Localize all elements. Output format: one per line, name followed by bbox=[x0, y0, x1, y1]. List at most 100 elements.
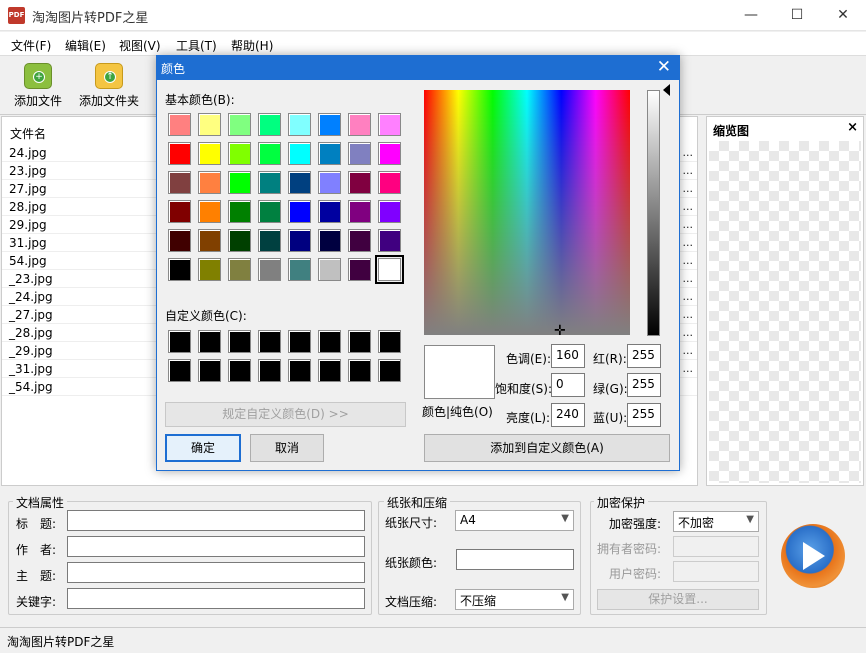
basic-color-swatch[interactable] bbox=[168, 200, 191, 223]
basic-color-swatch[interactable] bbox=[288, 229, 311, 252]
custom-color-swatch[interactable] bbox=[228, 330, 251, 353]
row-more-icon[interactable]: ... bbox=[683, 198, 694, 216]
paper-color-swatch[interactable] bbox=[456, 549, 574, 570]
doc-subject-input[interactable] bbox=[67, 562, 365, 583]
custom-color-swatch[interactable] bbox=[378, 359, 401, 382]
custom-color-swatch[interactable] bbox=[348, 359, 371, 382]
row-more-icon[interactable]: ... bbox=[683, 288, 694, 306]
doc-keywords-input[interactable] bbox=[67, 588, 365, 609]
custom-color-swatch[interactable] bbox=[288, 359, 311, 382]
basic-color-swatch[interactable] bbox=[318, 229, 341, 252]
basic-color-swatch[interactable] bbox=[378, 113, 401, 136]
user-password-input[interactable] bbox=[673, 561, 759, 582]
basic-color-swatch[interactable] bbox=[198, 142, 221, 165]
menu-file[interactable]: 文件(F) bbox=[11, 37, 51, 54]
basic-color-swatch[interactable] bbox=[318, 200, 341, 223]
basic-color-swatch[interactable] bbox=[348, 229, 371, 252]
basic-color-swatch[interactable] bbox=[378, 171, 401, 194]
custom-color-swatch[interactable] bbox=[168, 359, 191, 382]
row-more-icon[interactable]: ... bbox=[683, 252, 694, 270]
minimize-button[interactable]: — bbox=[728, 0, 774, 31]
basic-color-swatch[interactable] bbox=[168, 171, 191, 194]
custom-color-swatch[interactable] bbox=[198, 359, 221, 382]
custom-color-swatch[interactable] bbox=[258, 359, 281, 382]
row-more-icon[interactable]: ... bbox=[683, 270, 694, 288]
row-more-icon[interactable]: ... bbox=[683, 306, 694, 324]
basic-color-swatch[interactable] bbox=[228, 258, 251, 281]
basic-color-swatch[interactable] bbox=[348, 142, 371, 165]
basic-color-swatch[interactable] bbox=[228, 113, 251, 136]
custom-color-swatch[interactable] bbox=[348, 330, 371, 353]
basic-color-swatch[interactable] bbox=[258, 229, 281, 252]
cancel-button[interactable]: 取消 bbox=[250, 434, 324, 462]
protection-settings-button[interactable]: 保护设置... bbox=[597, 589, 759, 610]
basic-color-swatch[interactable] bbox=[378, 229, 401, 252]
red-input[interactable]: 255 bbox=[627, 344, 661, 368]
row-more-icon[interactable]: ... bbox=[683, 180, 694, 198]
basic-color-swatch[interactable] bbox=[198, 113, 221, 136]
luminance-slider[interactable] bbox=[647, 90, 660, 336]
basic-color-swatch[interactable] bbox=[258, 171, 281, 194]
custom-color-swatch[interactable] bbox=[198, 330, 221, 353]
luminance-input[interactable]: 240 bbox=[551, 403, 585, 427]
menu-help[interactable]: 帮助(H) bbox=[231, 37, 273, 54]
add-to-custom-colors-button[interactable]: 添加到自定义颜色(A) bbox=[424, 434, 670, 462]
row-more-icon[interactable]: ... bbox=[683, 144, 694, 162]
green-input[interactable]: 255 bbox=[627, 373, 661, 397]
basic-color-swatch[interactable] bbox=[288, 171, 311, 194]
menu-view[interactable]: 视图(V) bbox=[119, 37, 161, 54]
menu-edit[interactable]: 编辑(E) bbox=[65, 37, 106, 54]
basic-color-swatch[interactable] bbox=[348, 200, 371, 223]
basic-color-swatch[interactable] bbox=[168, 113, 191, 136]
basic-color-swatch[interactable] bbox=[198, 258, 221, 281]
define-custom-colors-button[interactable]: 规定自定义颜色(D) >> bbox=[165, 402, 406, 427]
basic-color-swatch[interactable] bbox=[318, 113, 341, 136]
row-more-icon[interactable]: ... bbox=[683, 216, 694, 234]
owner-password-input[interactable] bbox=[673, 536, 759, 557]
basic-color-swatch[interactable] bbox=[288, 200, 311, 223]
custom-color-swatch[interactable] bbox=[258, 330, 281, 353]
basic-color-swatch[interactable] bbox=[318, 171, 341, 194]
basic-color-swatch[interactable] bbox=[348, 171, 371, 194]
basic-color-swatch[interactable] bbox=[318, 142, 341, 165]
custom-color-swatch[interactable] bbox=[378, 330, 401, 353]
basic-color-swatch[interactable] bbox=[348, 258, 371, 281]
basic-color-swatch[interactable] bbox=[168, 258, 191, 281]
custom-color-swatch[interactable] bbox=[288, 330, 311, 353]
compression-select[interactable]: 不压缩 ▼ bbox=[455, 589, 574, 610]
doc-author-input[interactable] bbox=[67, 536, 365, 557]
basic-color-swatch[interactable] bbox=[348, 113, 371, 136]
custom-color-swatch[interactable] bbox=[318, 330, 341, 353]
thumbnail-close-icon[interactable]: × bbox=[847, 120, 858, 135]
paper-size-select[interactable]: A4 ▼ bbox=[455, 510, 574, 531]
basic-color-swatch[interactable] bbox=[258, 200, 281, 223]
basic-color-swatch[interactable] bbox=[168, 142, 191, 165]
doc-title-input[interactable] bbox=[67, 510, 365, 531]
basic-color-swatch[interactable] bbox=[198, 229, 221, 252]
row-more-icon[interactable]: ... bbox=[683, 234, 694, 252]
menu-tools[interactable]: 工具(T) bbox=[176, 37, 217, 54]
basic-color-swatch[interactable] bbox=[288, 142, 311, 165]
close-window-button[interactable]: ✕ bbox=[820, 0, 866, 31]
basic-color-swatch[interactable] bbox=[378, 200, 401, 223]
row-more-icon[interactable]: ... bbox=[683, 324, 694, 342]
add-folder-button[interactable]: ↑ 添加文件夹 bbox=[76, 59, 142, 113]
basic-color-swatch[interactable] bbox=[198, 171, 221, 194]
basic-color-swatch[interactable] bbox=[198, 200, 221, 223]
color-spectrum[interactable] bbox=[424, 90, 630, 335]
ok-button[interactable]: 确定 bbox=[165, 434, 241, 462]
add-file-button[interactable]: + 添加文件 bbox=[10, 59, 66, 113]
row-more-icon[interactable]: ... bbox=[683, 342, 694, 360]
maximize-button[interactable]: ☐ bbox=[774, 0, 820, 31]
basic-color-swatch[interactable] bbox=[258, 142, 281, 165]
basic-color-swatch[interactable] bbox=[258, 258, 281, 281]
saturation-input[interactable]: 0 bbox=[551, 373, 585, 397]
custom-color-swatch[interactable] bbox=[228, 359, 251, 382]
basic-color-swatch[interactable] bbox=[228, 171, 251, 194]
basic-color-swatch[interactable] bbox=[318, 258, 341, 281]
basic-color-swatch[interactable] bbox=[168, 229, 191, 252]
basic-color-swatch[interactable] bbox=[288, 258, 311, 281]
blue-input[interactable]: 255 bbox=[627, 403, 661, 427]
column-header-filename[interactable]: 文件名 bbox=[10, 125, 46, 142]
dialog-close-button[interactable]: ✕ bbox=[657, 57, 671, 77]
